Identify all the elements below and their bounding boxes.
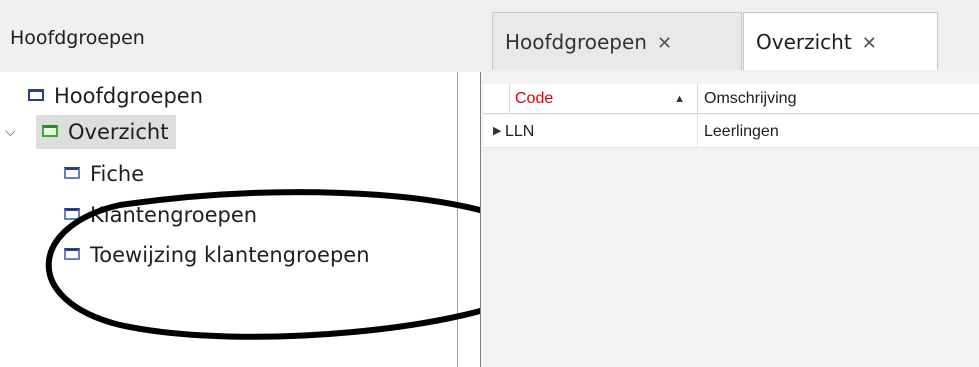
tree-item-label: Klantengroepen (90, 203, 258, 227)
window-icon (64, 208, 80, 220)
column-header-label: Omschrijving (704, 90, 797, 107)
tree-item-klantengroepen[interactable]: Klantengroepen (64, 198, 257, 232)
tree-item-overzicht[interactable]: ⌵ Overzicht (0, 115, 260, 149)
cell-code[interactable]: LLN (503, 115, 698, 148)
row-selector-header[interactable] (483, 84, 510, 114)
window-icon (28, 89, 44, 101)
tree-item-label: Overzicht (68, 120, 169, 144)
window-icon (64, 248, 80, 260)
tab-hoofdgroepen[interactable]: Hoofdgroepen ✕ (492, 12, 742, 70)
tab-overzicht[interactable]: Overzicht ✕ (743, 12, 938, 70)
cell-omschrijving[interactable]: Leerlingen (704, 115, 779, 148)
grid-border (480, 72, 481, 367)
row-indicator-icon: ▶ (493, 125, 502, 137)
tree-item-fiche[interactable]: Fiche (64, 157, 144, 191)
panel-title: Hoofdgroepen (10, 27, 145, 49)
window-icon (64, 167, 80, 179)
tree-item-label: Toewijzing klantengroepen (90, 243, 370, 267)
left-panel-header: Hoofdgroepen (0, 0, 458, 72)
close-icon[interactable]: ✕ (862, 33, 877, 54)
tab-label: Hoofdgroepen (505, 30, 647, 54)
tree-item-label: Fiche (90, 162, 145, 186)
tree-item-label: Hoofdgroepen (54, 84, 204, 108)
close-icon[interactable]: ✕ (657, 33, 672, 54)
grid-header: Code ▲ Omschrijving (483, 84, 979, 114)
window-green-icon (42, 125, 58, 137)
tree-item-hoofdgroepen[interactable]: Hoofdgroepen (28, 79, 203, 113)
chevron-down-icon[interactable]: ⌵ (5, 115, 16, 149)
column-header-code[interactable]: Code ▲ (510, 84, 698, 114)
sort-ascending-icon: ▲ (674, 93, 685, 105)
panel-splitter[interactable] (457, 72, 458, 367)
tree-item-selection: Overzicht (36, 115, 177, 149)
column-header-label: Code (515, 90, 554, 107)
table-row[interactable]: ▶ LLN Leerlingen (483, 115, 979, 148)
tree-item-toewijzing-klantengroepen[interactable]: Toewijzing klantengroepen (64, 238, 370, 272)
tab-label: Overzicht (756, 30, 852, 54)
column-header-omschrijving[interactable]: Omschrijving (699, 84, 979, 114)
